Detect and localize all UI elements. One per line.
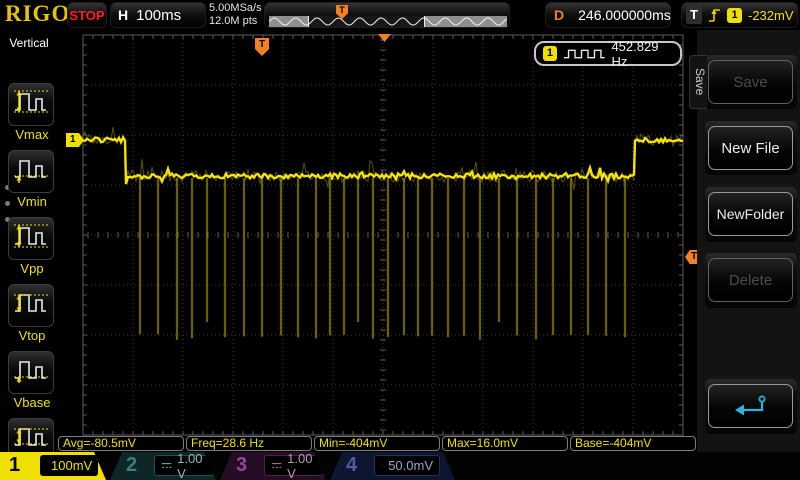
dc-coupling-icon (271, 461, 282, 470)
vmin-button[interactable] (8, 150, 54, 193)
top-status-bar: RIGOL STOP H 100ms 5.00MSa/s 12.0M pts T… (0, 0, 800, 30)
waveform-plot (0, 0, 800, 480)
save-button[interactable]: Save (708, 60, 793, 104)
run-state-indicator: STOP (67, 2, 107, 28)
measure-item-vtop: Vtop (8, 284, 56, 343)
sidebar-title: Vertical (0, 36, 58, 50)
measure-item-vmin: Vmin (8, 150, 56, 209)
measurement-bar: Avg=-80.5mV Freq=28.6 Hz Min=-404mV Max=… (58, 436, 700, 452)
channel-scale-value: 100mV (51, 458, 92, 473)
return-arrow-icon (732, 393, 770, 419)
vbase-button[interactable] (8, 351, 54, 394)
channel-status-bar: 1 100mV 2 1.00 V 3 (0, 452, 800, 480)
vbase-icon (12, 353, 50, 392)
channel-scale-value: 1.00 V (287, 451, 317, 480)
channel-number: 3 (236, 454, 247, 477)
preview-waveform-icon (269, 16, 507, 27)
channel-4-status[interactable]: 4 50.0mV (330, 452, 455, 480)
memory-position-preview: T (264, 2, 510, 28)
measure-item-vbase: Vbase (8, 351, 56, 410)
memory-strip (269, 16, 507, 27)
vmin-label: Vmin (8, 194, 56, 209)
vpp-icon (12, 219, 50, 258)
vpp-label: Vpp (8, 261, 56, 276)
rising-edge-icon (708, 7, 721, 24)
measurement-min: Min=-404mV (314, 436, 440, 451)
channel-scale-value: 1.00 V (177, 451, 207, 480)
trigger-panel: T 1 -232mV (681, 2, 798, 28)
vmax-icon (12, 85, 50, 124)
frequency-counter-value: 452.829 Hz (611, 39, 673, 69)
vmax-button[interactable] (8, 83, 54, 126)
vtop-label: Vtop (8, 328, 56, 343)
sample-rate: 5.00MSa/s (209, 2, 262, 15)
delay-value: 246.000000ms (578, 7, 671, 23)
trigger-level-value: -232mV (748, 8, 794, 23)
new-file-button[interactable]: New File (708, 126, 793, 170)
timebase-value: 100ms (136, 7, 181, 24)
memory-depth: 12.0M pts (209, 15, 262, 28)
oscilloscope-screen: 1 T T 1 452.829 Hz RIGOL STOP H 100ms 5.… (0, 0, 800, 480)
square-wave-icon (563, 47, 606, 60)
vmin-icon (12, 152, 50, 191)
channel-scale: 1.00 V (154, 455, 214, 476)
save-menu-panel: Save New File NewFolder Delete (697, 30, 800, 452)
back-button[interactable] (708, 384, 793, 428)
vpp-button[interactable] (8, 217, 54, 260)
channel-number: 2 (126, 454, 137, 477)
channel-3-status[interactable]: 3 1.00 V (220, 452, 326, 480)
new-folder-button[interactable]: NewFolder (708, 192, 793, 236)
channel-1-status[interactable]: 1 100mV (0, 452, 106, 480)
vmax-label: Vmax (8, 127, 56, 142)
vertical-measure-sidebar: Vertical Vmax Vmin Vpp Vtop Vbase Vamp (0, 30, 58, 452)
run-state-text: STOP (69, 8, 104, 23)
measurement-max: Max=16.0mV (442, 436, 568, 451)
channel-scale: 1.00 V (264, 455, 324, 476)
frequency-counter-badge: 1 452.829 Hz (534, 41, 682, 66)
measure-item-vpp: Vpp (8, 217, 56, 276)
measurement-base: Base=-404mV (570, 436, 696, 451)
menu-tab-save[interactable]: Save (689, 55, 707, 109)
channel1-chip: 1 (543, 46, 557, 61)
acquisition-info: 5.00MSa/s 12.0M pts (209, 2, 262, 28)
delay-panel: D 246.000000ms (545, 2, 671, 28)
vtop-button[interactable] (8, 284, 54, 327)
channel-scale: 100mV (40, 455, 98, 476)
dc-coupling-icon (381, 461, 383, 470)
delete-button[interactable]: Delete (708, 258, 793, 302)
delay-label: D (554, 7, 564, 23)
trigger-source-chip: 1 (727, 8, 742, 23)
vbase-label: Vbase (8, 395, 56, 410)
horizontal-label: H (118, 7, 128, 23)
vtop-icon (12, 286, 50, 325)
measure-item-vmax: Vmax (8, 83, 56, 142)
channel-number: 4 (346, 454, 357, 477)
dc-coupling-icon (161, 461, 172, 470)
measurement-avg: Avg=-80.5mV (58, 436, 184, 451)
channel-2-status[interactable]: 2 1.00 V (110, 452, 216, 480)
measurement-freq: Freq=28.6 Hz (186, 436, 312, 451)
trigger-label: T (686, 6, 702, 24)
horizontal-panel: H 100ms (110, 2, 206, 28)
channel-scale-value: 50.0mV (388, 458, 433, 473)
channel-scale: 50.0mV (374, 455, 440, 476)
channel-number: 1 (9, 454, 20, 477)
